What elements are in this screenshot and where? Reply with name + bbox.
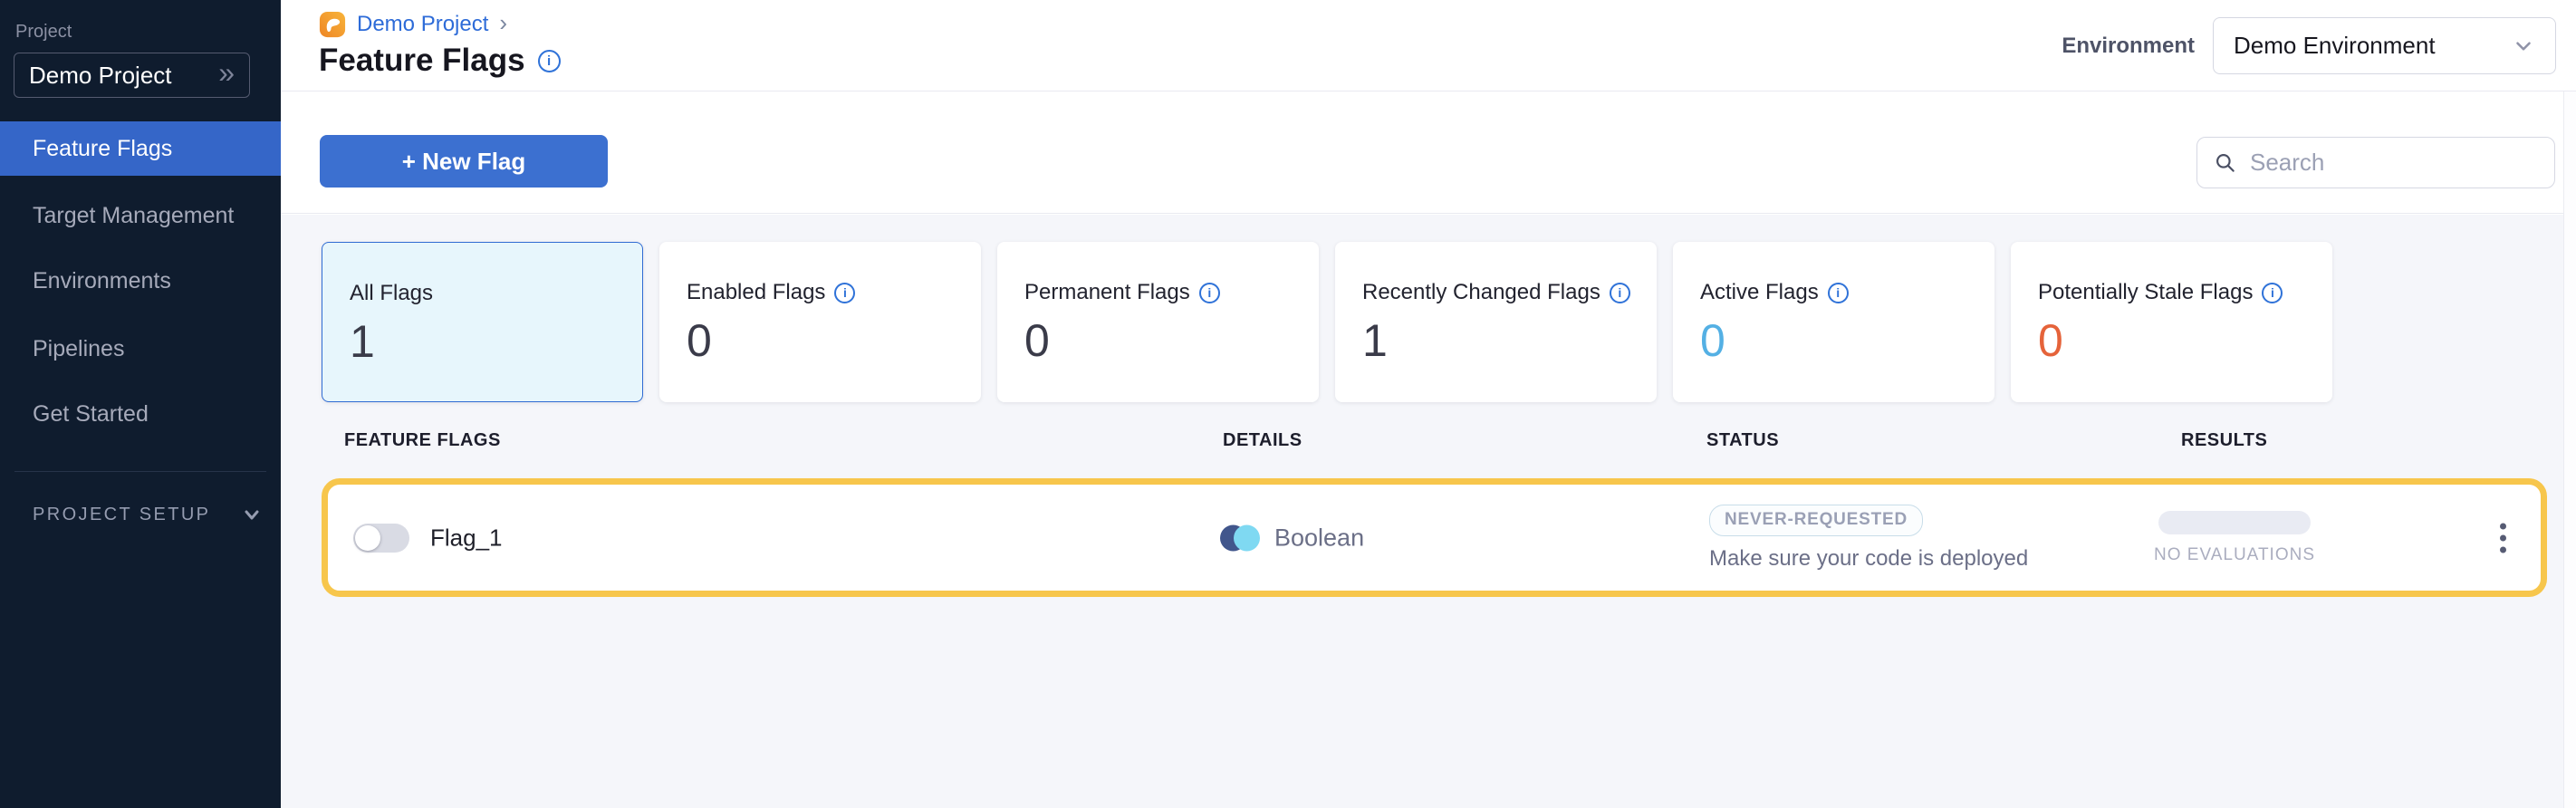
status-badge: NEVER-REQUESTED xyxy=(1709,505,1923,536)
feature-flags-app-icon xyxy=(319,11,346,38)
chevron-down-icon xyxy=(241,504,263,525)
column-header-feature-flags: FEATURE FLAGS xyxy=(344,430,501,451)
search-box xyxy=(2196,137,2555,188)
stat-card-value: 0 xyxy=(1024,316,1319,366)
sidebar-item-label: Feature Flags xyxy=(33,136,172,162)
column-header-results: RESULTS xyxy=(2181,430,2267,451)
info-icon[interactable]: i xyxy=(1610,283,1630,303)
main-area: Demo Project › Feature Flags i Environme… xyxy=(281,0,2576,808)
stat-card-label: Enabled Flags xyxy=(687,280,825,305)
flag-results-cell: NO EVALUATIONS xyxy=(2144,485,2325,591)
breadcrumb: Demo Project › xyxy=(319,11,507,38)
stat-card-value: 0 xyxy=(1700,316,1994,366)
toggle-knob xyxy=(355,525,380,551)
info-icon[interactable]: i xyxy=(834,283,855,303)
sidebar-item-pipelines[interactable]: Pipelines xyxy=(0,325,281,372)
boolean-type-icon xyxy=(1220,524,1260,551)
stat-card-active-flags[interactable]: Active Flags i 0 xyxy=(1673,242,1994,402)
sidebar-item-label: Environments xyxy=(33,268,171,294)
breadcrumb-project-link[interactable]: Demo Project xyxy=(357,12,488,37)
scrollbar-track[interactable] xyxy=(2563,91,2576,808)
project-label: Project xyxy=(15,22,72,43)
sidebar-item-target-management[interactable]: Target Management xyxy=(0,192,281,239)
column-header-details: DETAILS xyxy=(1223,430,1302,451)
breadcrumb-chevron-icon: › xyxy=(499,11,507,38)
stat-card-recently-changed-flags[interactable]: Recently Changed Flags i 1 xyxy=(1335,242,1657,402)
project-setup-label: PROJECT SETUP xyxy=(33,505,210,525)
content-area: All Flags 1 Enabled Flags i 0 Permanent … xyxy=(281,215,2576,808)
search-icon xyxy=(2214,151,2237,175)
sidebar-item-feature-flags[interactable]: Feature Flags xyxy=(0,121,281,176)
new-flag-button[interactable]: + New Flag xyxy=(320,135,608,188)
environment-value: Demo Environment xyxy=(2234,32,2436,60)
chevron-down-icon xyxy=(2512,34,2535,58)
environment-dropdown[interactable]: Demo Environment xyxy=(2213,17,2556,74)
sidebar-section-project-setup[interactable]: PROJECT SETUP xyxy=(0,494,281,535)
empty-results-bar xyxy=(2158,511,2311,534)
environment-label: Environment xyxy=(2062,34,2195,59)
project-selector[interactable]: Demo Project » xyxy=(14,53,250,98)
project-selector-value: Demo Project xyxy=(29,62,172,90)
toolbar: + New Flag xyxy=(281,91,2576,214)
flag-type-label: Boolean xyxy=(1274,524,1364,552)
sidebar-item-label: Pipelines xyxy=(33,336,124,362)
boolean-circle-light xyxy=(1234,524,1260,551)
search-input[interactable] xyxy=(2250,149,2553,177)
row-options-kebab-icon[interactable] xyxy=(2491,514,2515,562)
stat-card-label: Potentially Stale Flags xyxy=(2038,280,2253,305)
sidebar-item-environments[interactable]: Environments xyxy=(0,257,281,304)
stat-card-permanent-flags[interactable]: Permanent Flags i 0 xyxy=(997,242,1319,402)
table-row-flag-1[interactable]: Flag_1 Boolean NEVER-REQUESTED Make sure… xyxy=(322,478,2547,597)
stat-card-enabled-flags[interactable]: Enabled Flags i 0 xyxy=(659,242,981,402)
results-text: NO EVALUATIONS xyxy=(2154,545,2315,565)
stat-card-label: All Flags xyxy=(350,281,433,306)
sidebar-item-label: Target Management xyxy=(33,203,234,229)
stat-card-label: Recently Changed Flags xyxy=(1362,280,1600,305)
sidebar: Project Demo Project » Feature Flags Tar… xyxy=(0,0,281,808)
stat-card-value: 0 xyxy=(687,316,981,366)
stat-card-label: Active Flags xyxy=(1700,280,1819,305)
title-info-icon[interactable]: i xyxy=(538,50,561,72)
flag-status-cell: NEVER-REQUESTED Make sure your code is d… xyxy=(1709,485,2028,591)
sidebar-expand-icon[interactable]: » xyxy=(218,58,235,92)
stat-card-potentially-stale-flags[interactable]: Potentially Stale Flags i 0 xyxy=(2011,242,2332,402)
info-icon[interactable]: i xyxy=(1199,283,1220,303)
column-header-status: STATUS xyxy=(1706,430,1779,451)
page-title: Feature Flags xyxy=(319,43,525,79)
page-title-row: Feature Flags i xyxy=(319,43,561,79)
feature-flags-page: Project Demo Project » Feature Flags Tar… xyxy=(0,0,2576,808)
page-header: Demo Project › Feature Flags i Environme… xyxy=(281,0,2576,91)
stat-cards-row: All Flags 1 Enabled Flags i 0 Permanent … xyxy=(322,242,2332,402)
stat-card-value: 0 xyxy=(2038,316,2332,366)
sidebar-divider xyxy=(14,471,266,472)
info-icon[interactable]: i xyxy=(2262,283,2283,303)
stat-card-value: 1 xyxy=(1362,316,1657,366)
flag-toggle[interactable] xyxy=(353,524,409,553)
info-icon[interactable]: i xyxy=(1828,283,1849,303)
sidebar-item-label: Get Started xyxy=(33,401,149,428)
sidebar-item-get-started[interactable]: Get Started xyxy=(0,390,281,438)
flag-name[interactable]: Flag_1 xyxy=(430,524,503,552)
flag-type: Boolean xyxy=(1220,524,1364,552)
environment-group: Environment Demo Environment xyxy=(2062,17,2556,74)
stat-card-label: Permanent Flags xyxy=(1024,280,1190,305)
stat-card-value: 1 xyxy=(350,317,642,367)
status-text: Make sure your code is deployed xyxy=(1709,546,2028,572)
stat-card-all-flags[interactable]: All Flags 1 xyxy=(322,242,643,402)
